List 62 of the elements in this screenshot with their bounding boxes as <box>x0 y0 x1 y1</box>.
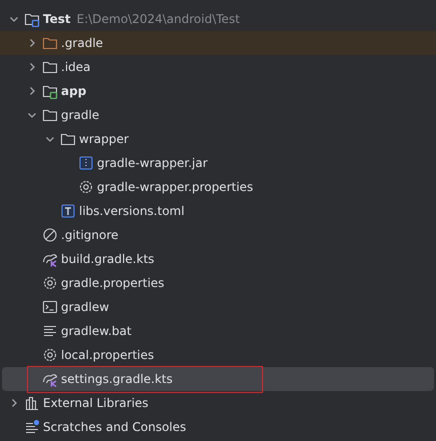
tree-row[interactable]: Test E:\Demo\2024\android\Test <box>2 7 434 31</box>
chevron-icon[interactable] <box>27 62 37 72</box>
gear-icon <box>42 347 58 363</box>
folder-icon <box>42 83 58 99</box>
project-path: E:\Demo\2024\android\Test <box>76 12 240 26</box>
tree-row[interactable]: gradlew.bat <box>2 319 434 343</box>
file-name[interactable]: gradlew.bat <box>61 324 132 338</box>
letter-t-icon <box>60 203 76 219</box>
folder-icon <box>24 11 40 27</box>
lines-dot-icon <box>24 419 40 435</box>
elephant-icon <box>42 371 58 387</box>
file-name[interactable]: gradlew <box>61 300 110 314</box>
file-name[interactable]: .gradle <box>61 36 104 50</box>
tree-row[interactable]: build.gradle.kts <box>2 247 434 271</box>
chevron-icon[interactable] <box>27 38 37 48</box>
elephant-icon <box>42 251 58 267</box>
file-name[interactable]: libs.versions.toml <box>79 204 184 218</box>
chevron-icon[interactable] <box>27 86 37 96</box>
tree-row[interactable]: Scratches and Consoles <box>2 415 434 439</box>
file-name[interactable]: Test <box>43 12 71 26</box>
circle-slash-icon <box>42 227 58 243</box>
tree-row[interactable]: gradle.properties <box>2 271 434 295</box>
folder-icon <box>60 131 76 147</box>
tree-row[interactable]: .gradle <box>0 31 436 55</box>
chevron-icon[interactable] <box>9 14 19 24</box>
tree-row[interactable]: gradle-wrapper.properties <box>2 175 434 199</box>
tree-row[interactable]: .idea <box>2 55 434 79</box>
file-name[interactable]: gradle-wrapper.jar <box>97 156 208 170</box>
tree-row[interactable]: External Libraries <box>2 391 434 415</box>
tree-row[interactable]: gradle-wrapper.jar <box>2 151 434 175</box>
tree-row[interactable]: local.properties <box>2 343 434 367</box>
file-name[interactable]: .idea <box>61 60 91 74</box>
gear-icon <box>78 179 94 195</box>
chevron-icon[interactable] <box>9 398 19 408</box>
file-name[interactable]: gradle.properties <box>61 276 164 290</box>
tree-row[interactable]: wrapper <box>2 127 434 151</box>
file-name[interactable]: app <box>61 84 86 98</box>
tree-row[interactable]: gradlew <box>2 295 434 319</box>
file-name[interactable]: local.properties <box>61 348 154 362</box>
file-name[interactable]: .gitignore <box>61 228 118 242</box>
tree-row[interactable]: .gitignore <box>2 223 434 247</box>
file-name[interactable]: gradle <box>61 108 100 122</box>
archive-icon <box>78 155 94 171</box>
file-name[interactable]: wrapper <box>79 132 129 146</box>
chevron-icon[interactable] <box>27 110 37 120</box>
file-name[interactable]: build.gradle.kts <box>61 252 154 266</box>
lines-icon <box>42 323 58 339</box>
tree-row[interactable]: libs.versions.toml <box>2 199 434 223</box>
tree-row[interactable]: settings.gradle.kts <box>2 367 434 391</box>
folder-icon <box>42 59 58 75</box>
folder-icon <box>42 35 58 51</box>
file-name[interactable]: External Libraries <box>43 396 148 410</box>
library-icon <box>24 395 40 411</box>
tree-row[interactable]: gradle <box>2 103 434 127</box>
file-name[interactable]: gradle-wrapper.properties <box>97 180 254 194</box>
file-name[interactable]: settings.gradle.kts <box>61 372 173 386</box>
terminal-icon <box>42 299 58 315</box>
file-name[interactable]: Scratches and Consoles <box>43 420 186 434</box>
gear-icon <box>42 275 58 291</box>
tree-row[interactable]: app <box>2 79 434 103</box>
chevron-icon[interactable] <box>45 134 55 144</box>
folder-icon <box>42 107 58 123</box>
